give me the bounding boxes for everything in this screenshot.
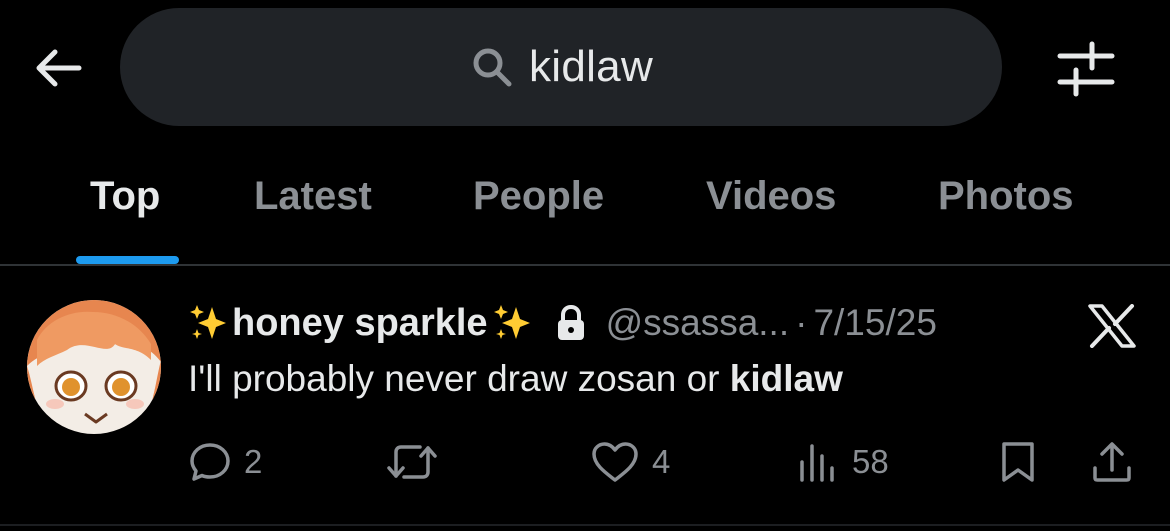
avatar-image	[27, 300, 161, 434]
post-date[interactable]: 7/15/25	[813, 302, 936, 344]
tab-top[interactable]: Top	[90, 174, 160, 219]
sliders-icon	[1057, 41, 1115, 97]
post-header: honey sparkle @ssassa... · 7/15/25	[188, 296, 937, 350]
search-filters-button[interactable]	[1052, 36, 1120, 100]
tab-people[interactable]: People	[473, 174, 604, 219]
user-handle[interactable]: @ssassa...	[606, 302, 790, 344]
post-divider	[0, 524, 1170, 526]
lock-icon	[554, 304, 588, 341]
tab-latest[interactable]: Latest	[254, 174, 372, 219]
tabs-divider	[0, 264, 1170, 266]
back-button[interactable]	[30, 40, 86, 96]
x-logo-icon[interactable]	[1086, 304, 1138, 348]
sparkles-icon	[492, 303, 532, 343]
reply-count: 2	[244, 443, 263, 480]
avatar[interactable]	[27, 300, 161, 434]
bookmark-button[interactable]	[996, 440, 1040, 484]
post-text: I'll probably never draw zosan or kidlaw	[188, 358, 843, 400]
view-count: 58	[852, 443, 889, 480]
post-text-highlight: kidlaw	[729, 358, 843, 399]
repost-icon	[387, 445, 437, 479]
search-icon	[469, 44, 515, 90]
search-input[interactable]: kidlaw	[120, 8, 1002, 126]
share-button[interactable]	[1090, 440, 1134, 484]
display-name[interactable]: honey sparkle	[232, 302, 488, 345]
views-chart-icon	[800, 444, 834, 482]
tab-photos[interactable]: Photos	[938, 174, 1074, 219]
repost-button[interactable]	[386, 440, 438, 484]
heart-icon	[592, 442, 638, 482]
search-tabs: Top Latest People Videos Photos	[0, 160, 1170, 264]
separator-dot: ·	[795, 302, 808, 343]
post-text-body: I'll probably never draw zosan or	[188, 358, 730, 399]
sparkles-icon	[188, 303, 228, 343]
active-tab-indicator	[76, 256, 179, 264]
reply-button[interactable]: 2	[188, 440, 262, 484]
share-icon	[1093, 442, 1131, 482]
bookmark-icon	[1002, 442, 1034, 482]
like-count: 4	[652, 443, 671, 480]
tab-videos[interactable]: Videos	[706, 174, 836, 219]
search-query-text: kidlaw	[528, 42, 654, 91]
reply-icon	[190, 443, 230, 481]
views-button[interactable]: 58	[796, 440, 889, 484]
like-button[interactable]: 4	[590, 440, 670, 484]
arrow-left-icon	[36, 49, 82, 87]
